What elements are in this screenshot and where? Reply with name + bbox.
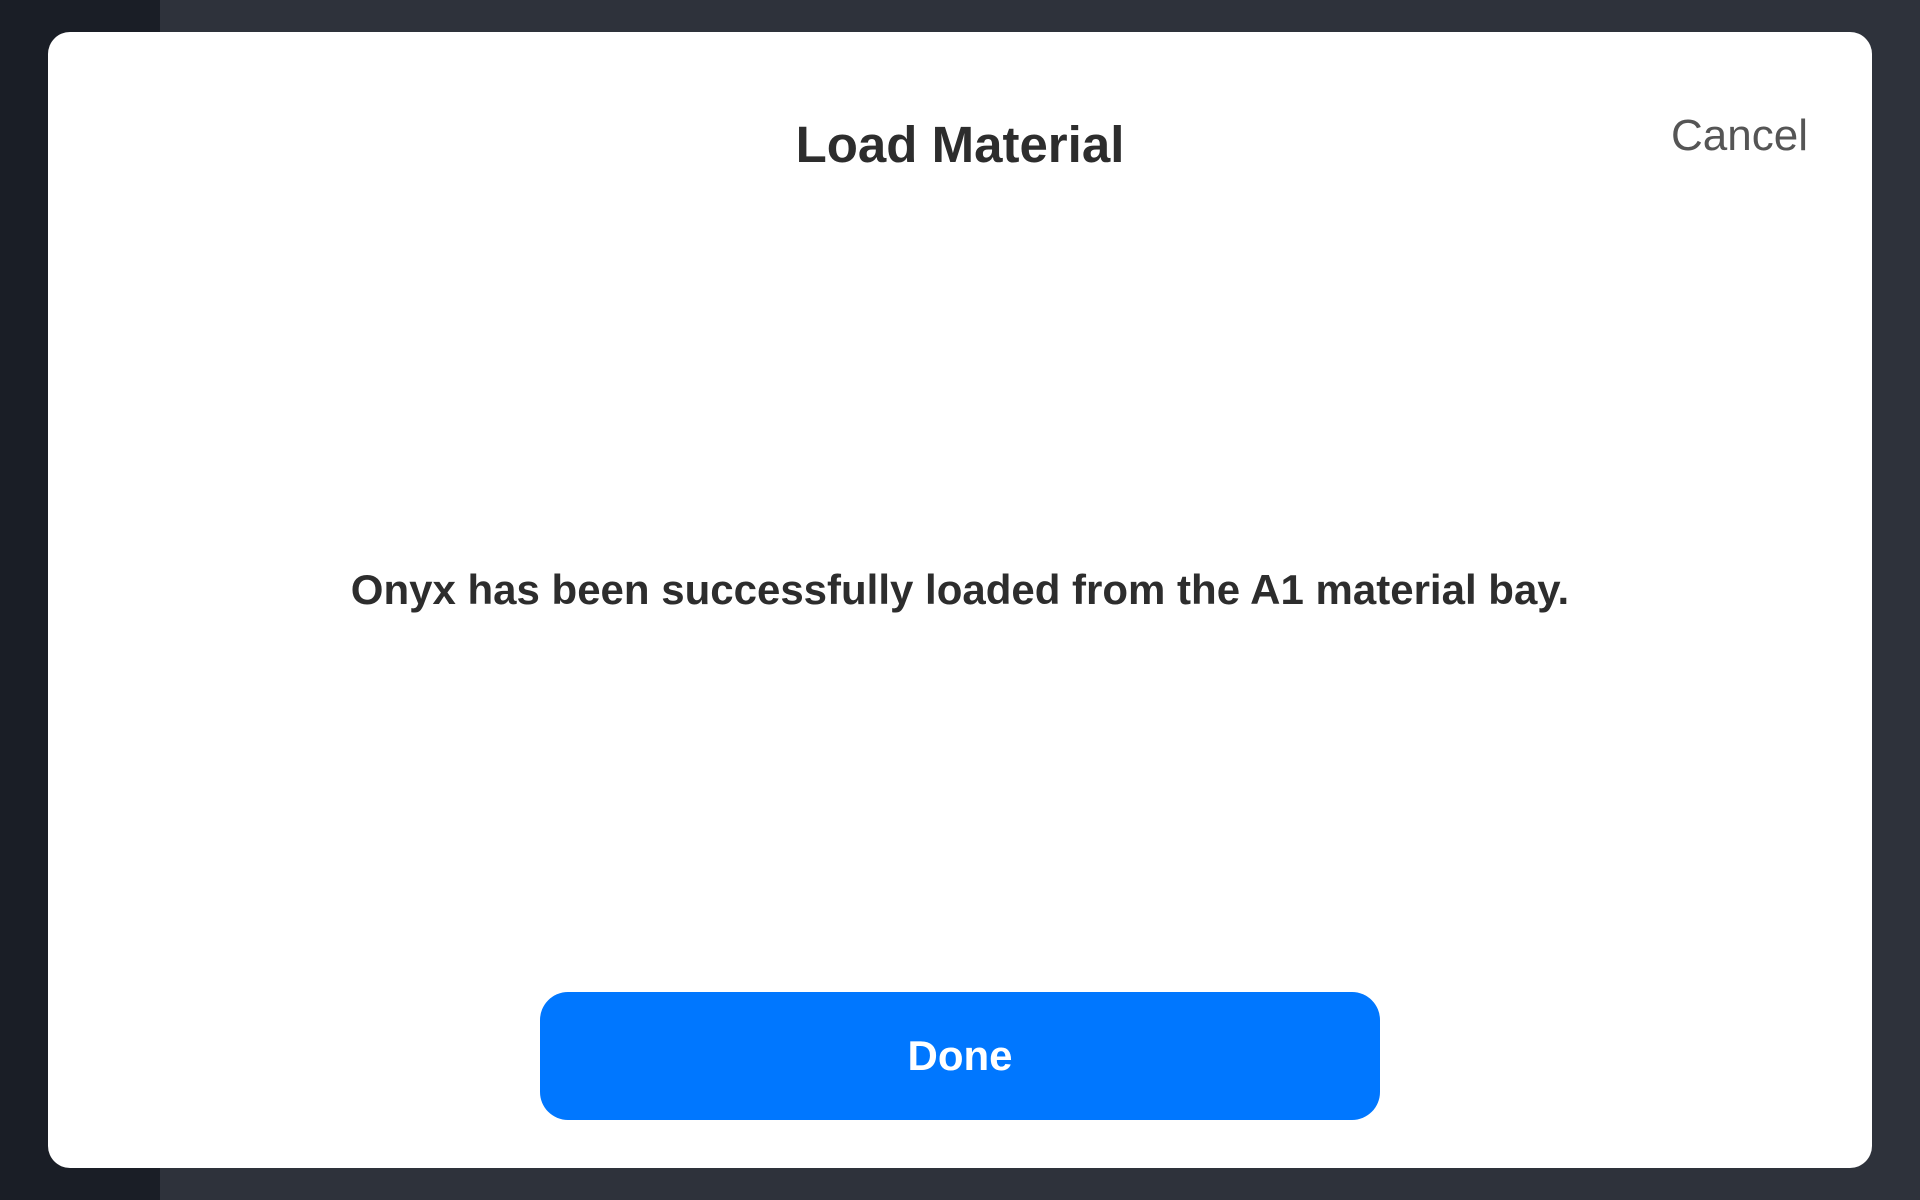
- done-button[interactable]: Done: [540, 992, 1380, 1120]
- success-message: Onyx has been successfully loaded from t…: [350, 566, 1570, 613]
- load-material-dialog: Load Material Cancel Onyx has been succe…: [48, 32, 1872, 1168]
- dialog-title: Load Material: [795, 116, 1125, 173]
- cancel-button[interactable]: Cancel: [1671, 106, 1808, 166]
